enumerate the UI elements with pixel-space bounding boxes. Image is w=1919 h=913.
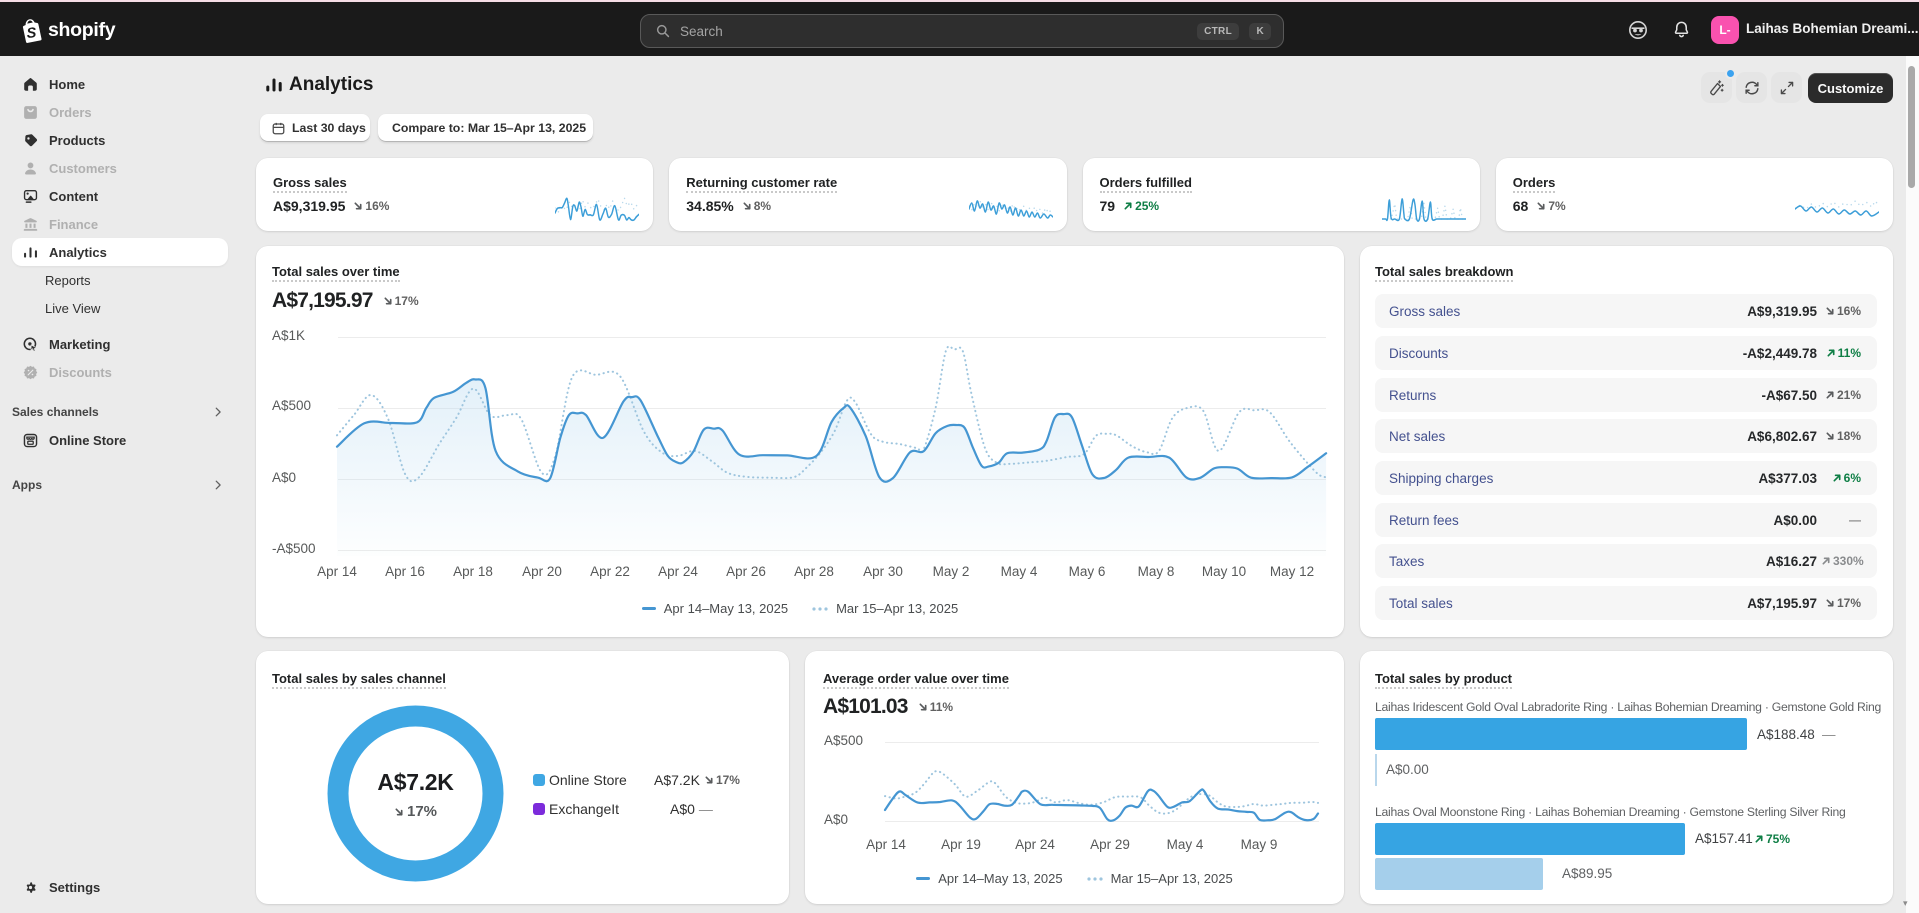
svg-text:S: S: [26, 25, 37, 42]
